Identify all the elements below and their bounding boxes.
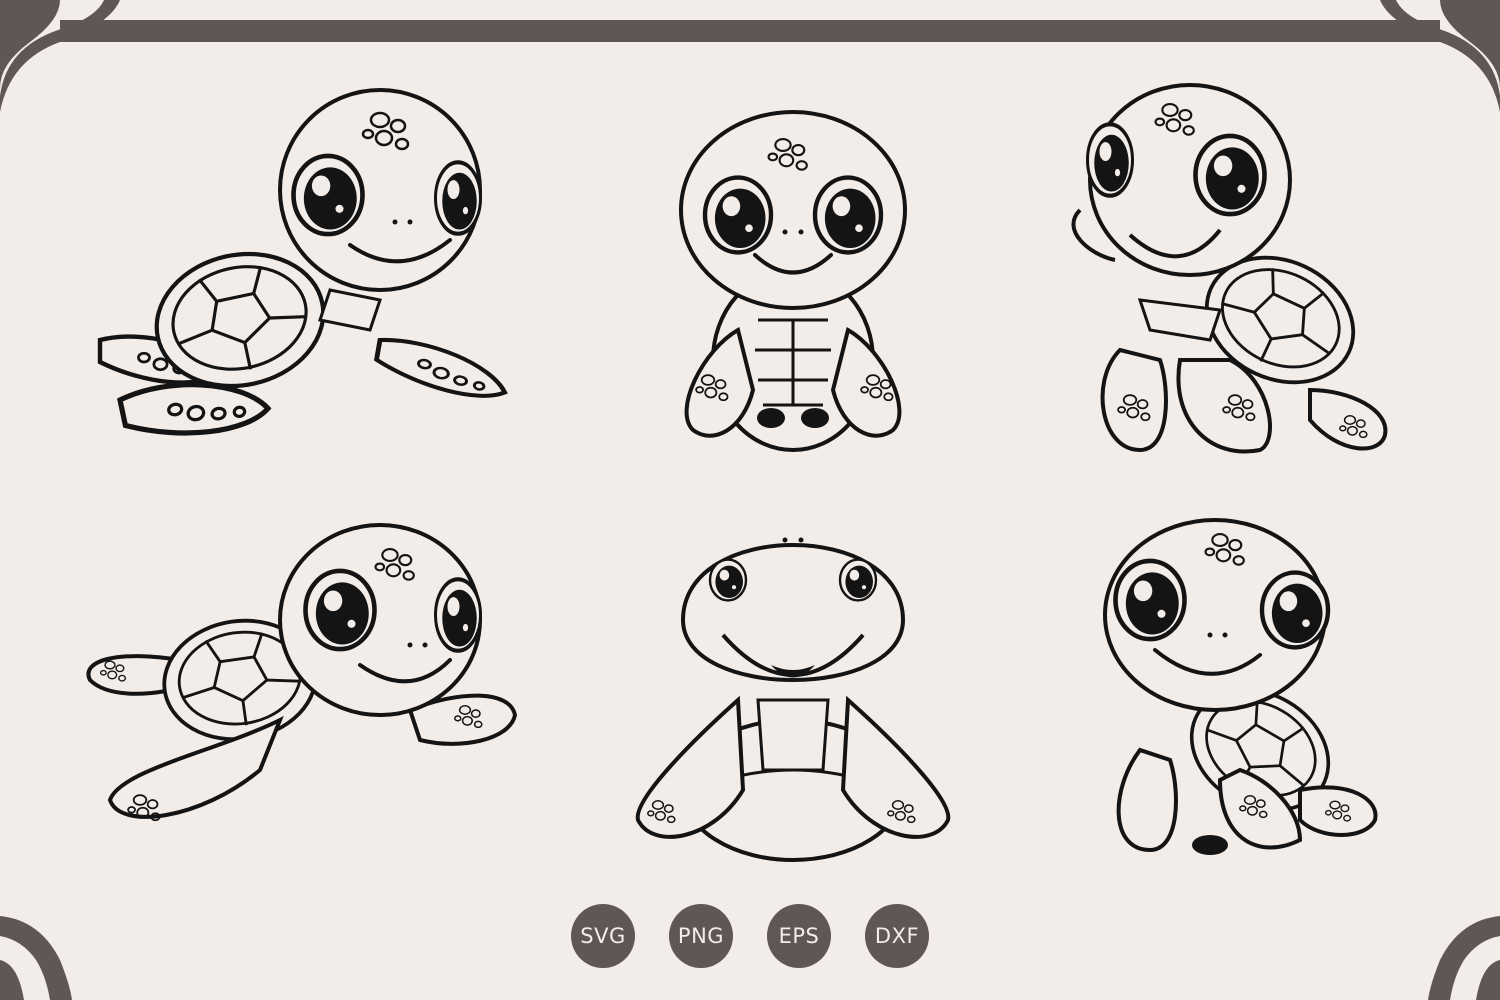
format-badge-svg: SVG <box>571 904 635 968</box>
turtle-swimming-wide <box>86 523 518 822</box>
turtle-sitting-front <box>679 110 907 452</box>
turtle-standing-side <box>1103 518 1378 855</box>
format-label: EPS <box>778 924 820 948</box>
turtle-smiling-front <box>635 537 951 862</box>
artwork-canvas <box>0 0 1500 1000</box>
turtle-swimming-left <box>100 88 511 449</box>
format-label: PNG <box>677 924 725 948</box>
format-badge-png: PNG <box>669 904 733 968</box>
format-label: DXF <box>874 924 920 948</box>
format-badge-eps: EPS <box>767 904 831 968</box>
format-label: SVG <box>580 924 626 948</box>
turtle-looking-up <box>1071 83 1388 454</box>
format-badges: SVG PNG EPS DXF <box>0 904 1500 984</box>
format-badge-dxf: DXF <box>865 904 929 968</box>
